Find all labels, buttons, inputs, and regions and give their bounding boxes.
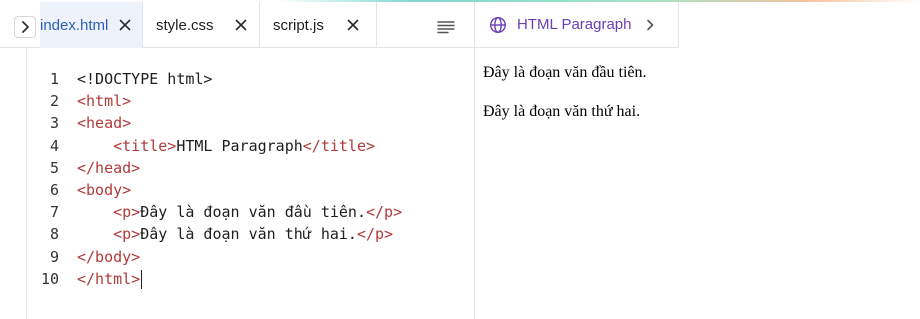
preview-pane: HTML Paragraph Đây là đoạn văn đầu tiên.… xyxy=(474,2,920,319)
code-tag: </html> xyxy=(77,269,141,288)
code-text: Đây là đoạn văn đầu tiên. xyxy=(140,203,366,222)
code-lines: <!DOCTYPE html> <html> <head> <title>HTM… xyxy=(77,68,402,290)
code-tag: </p> xyxy=(356,225,394,244)
line-number: 10 xyxy=(40,269,59,288)
code-line: <title>HTML Paragraph</title> xyxy=(77,135,402,157)
text-cursor xyxy=(141,269,143,289)
line-number: 9 xyxy=(49,247,59,266)
code-line: <p>Đây là đoạn văn đầu tiên.</p> xyxy=(77,201,402,223)
code-line: <!DOCTYPE html> xyxy=(77,68,402,90)
tab-style-css[interactable]: style.css xyxy=(143,2,260,48)
code-tag: </head> xyxy=(77,158,141,177)
line-number: 3 xyxy=(49,114,59,133)
chevron-right-icon xyxy=(22,21,29,33)
code-tag: <p> xyxy=(113,203,141,222)
code-line: </html> xyxy=(77,268,402,290)
tab-index-html[interactable]: index.html xyxy=(40,2,143,48)
format-code-button[interactable] xyxy=(432,16,460,38)
preview-title: HTML Paragraph xyxy=(517,16,632,33)
code-text: HTML Paragraph xyxy=(176,136,303,155)
globe-icon xyxy=(489,16,507,33)
preview-header[interactable]: HTML Paragraph xyxy=(475,2,679,48)
close-icon[interactable] xyxy=(234,18,248,32)
code-line: <html> xyxy=(77,90,402,112)
line-number: 2 xyxy=(49,92,59,111)
code-tag: </body> xyxy=(77,247,141,266)
code-tag: <p> xyxy=(113,225,141,244)
doctype-text: <!DOCTYPE html> xyxy=(77,70,213,88)
code-tag: <body> xyxy=(77,180,132,199)
code-line: <body> xyxy=(77,179,402,201)
line-number: 5 xyxy=(49,158,59,177)
code-line: </head> xyxy=(77,157,402,179)
preview-paragraph: Đây là đoạn văn đầu tiên. xyxy=(483,64,647,81)
close-icon[interactable] xyxy=(118,18,132,32)
line-number: 1 xyxy=(49,70,59,88)
collapse-sidebar-button[interactable] xyxy=(14,16,36,38)
code-text: Đây là đoạn văn thứ hai. xyxy=(140,225,357,244)
editor-pane: index.html style.css script.js 1 2 3 4 5… xyxy=(0,2,474,319)
code-line: </body> xyxy=(77,246,402,268)
tab-label: style.css xyxy=(156,16,214,34)
code-tag: </title> xyxy=(302,136,376,155)
code-line: <p>Đây là đoạn văn thứ hai.</p> xyxy=(77,223,402,245)
preview-paragraph: Đây là đoạn văn thứ hai. xyxy=(483,103,641,120)
code-tag: <html> xyxy=(77,92,132,111)
code-tag: <head> xyxy=(77,114,132,133)
tab-script-js[interactable]: script.js xyxy=(260,2,377,48)
code-line: <head> xyxy=(77,112,402,134)
close-icon[interactable] xyxy=(346,18,360,32)
line-number-gutter: 1 2 3 4 5 6 7 8 9 10 xyxy=(27,68,67,290)
preview-header-spacer xyxy=(679,2,920,48)
align-lines-icon xyxy=(437,21,455,34)
chevron-right-icon[interactable] xyxy=(646,19,654,31)
tab-label: index.html xyxy=(40,16,109,34)
line-number: 6 xyxy=(49,180,59,199)
preview-document: Đây là đoạn văn đầu tiên. Đây là đoạn vă… xyxy=(483,64,647,142)
code-tag: </p> xyxy=(366,203,403,222)
editor-tab-bar: index.html style.css script.js xyxy=(0,2,474,48)
code-tag: <title> xyxy=(113,136,177,155)
line-number: 7 xyxy=(49,203,59,222)
tab-label: script.js xyxy=(273,16,324,34)
code-editor[interactable]: 1 2 3 4 5 6 7 8 9 10 <!DOCTYPE html> <ht… xyxy=(26,48,474,319)
line-number: 4 xyxy=(49,136,59,155)
line-number: 8 xyxy=(49,225,59,244)
